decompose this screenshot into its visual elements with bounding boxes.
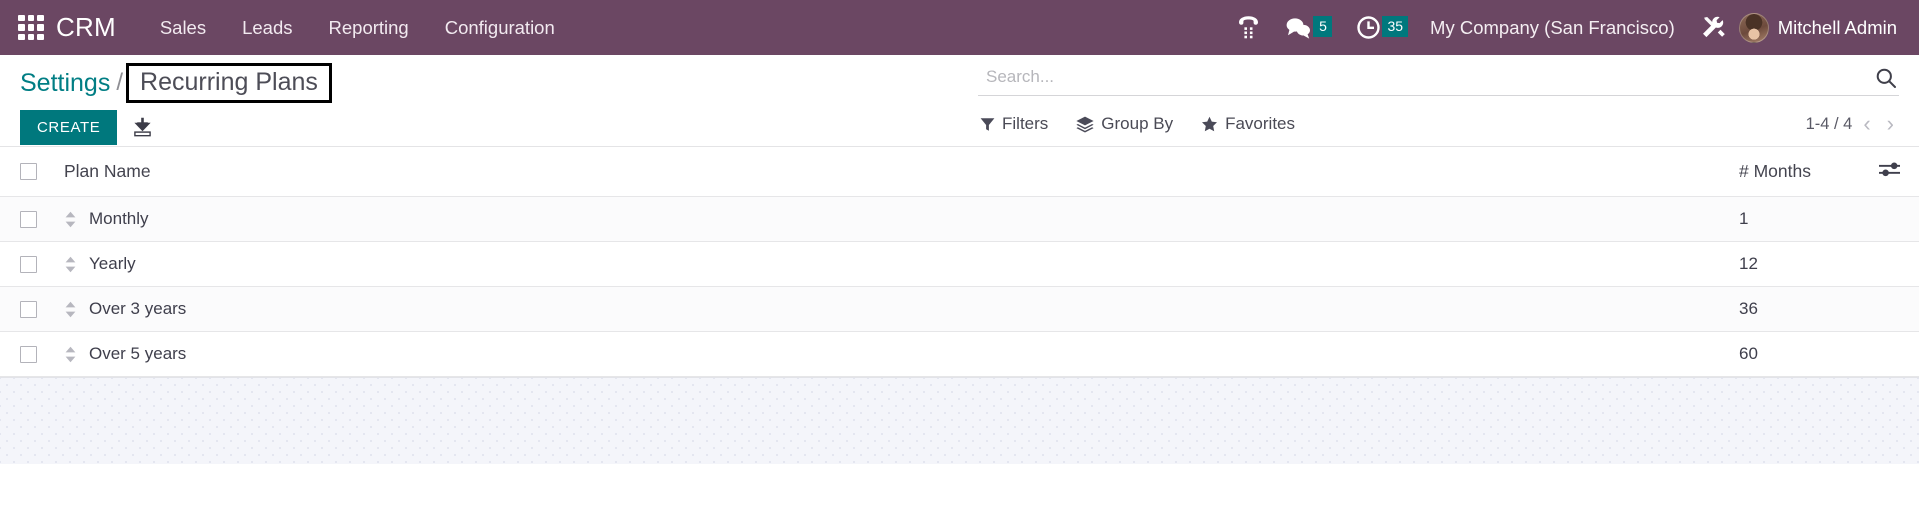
recurring-plans-table: Plan Name # Months Monthly 1 Yearly 12 O… (0, 147, 1919, 377)
groupby-dropdown[interactable]: Group By (1074, 112, 1187, 136)
plan-name-text: Monthly (89, 209, 149, 228)
filter-funnel-icon (980, 117, 995, 131)
apps-grid-icon[interactable] (18, 14, 44, 41)
checkbox-unchecked[interactable] (20, 163, 37, 180)
sliders-toggle-icon[interactable] (1879, 161, 1901, 182)
table-row[interactable]: Yearly 12 (0, 241, 1919, 287)
filters-dropdown[interactable]: Filters (978, 112, 1062, 136)
messages-menu[interactable]: 5 (1273, 8, 1344, 48)
plan-name-text: Over 5 years (89, 344, 187, 363)
empty-sheet-area (0, 377, 1919, 464)
messages-counter: 5 (1313, 15, 1333, 37)
pager-range: 1-4 / 4 (1805, 114, 1853, 133)
groupby-label: Group By (1101, 114, 1174, 133)
row-months-cell: 36 (1739, 286, 1919, 332)
menu-item-configuration[interactable]: Configuration (427, 9, 573, 47)
table-row[interactable]: Over 5 years 60 (0, 331, 1919, 377)
user-menu[interactable]: Mitchell Admin (1778, 17, 1901, 39)
phone-dialpad-icon[interactable] (1224, 8, 1273, 48)
list-view: Plan Name # Months Monthly 1 Yearly 12 O… (0, 147, 1919, 377)
column-header-plan-name[interactable]: Plan Name (64, 147, 1739, 197)
search-icon[interactable] (1865, 67, 1899, 89)
plan-name-text: Yearly (89, 254, 136, 273)
checkbox-unchecked[interactable] (20, 210, 37, 228)
layers-icon (1076, 116, 1094, 132)
control-panel-right: Filters Group By Favorites 1-4 / 4 ‹ (978, 65, 1899, 136)
tools-wrench-icon[interactable] (1689, 8, 1739, 48)
user-avatar[interactable] (1738, 12, 1769, 43)
row-plan-name-cell: Over 3 years (64, 286, 1739, 332)
row-select-cell (0, 331, 64, 377)
table-row[interactable]: Over 3 years 36 (0, 286, 1919, 332)
import-download-icon[interactable] (131, 116, 154, 139)
app-brand-crm[interactable]: CRM (56, 12, 116, 43)
company-switcher[interactable]: My Company (San Francisco) (1420, 17, 1689, 39)
row-plan-name-cell: Monthly (64, 196, 1739, 242)
favorites-label: Favorites (1225, 114, 1296, 133)
breadcrumb: Settings / Recurring Plans (20, 62, 332, 104)
checkbox-unchecked[interactable] (20, 300, 37, 318)
drag-handle-icon[interactable] (64, 211, 77, 228)
chevron-left-icon[interactable]: ‹ (1858, 113, 1875, 135)
drag-handle-icon[interactable] (64, 256, 77, 273)
row-months-cell: 60 (1739, 331, 1919, 377)
table-row[interactable]: Monthly 1 (0, 196, 1919, 242)
row-plan-name-cell: Yearly (64, 241, 1739, 287)
breadcrumb-current-recurring-plans: Recurring Plans (126, 62, 332, 104)
activities-menu[interactable]: 35 (1344, 8, 1420, 48)
activities-counter: 35 (1382, 15, 1409, 37)
column-header-months-label: # Months (1739, 161, 1811, 181)
checkbox-unchecked[interactable] (20, 345, 37, 363)
table-header-row: Plan Name # Months (0, 147, 1919, 197)
main-menu: Sales Leads Reporting Configuration (142, 9, 573, 47)
systray: 5 35 My Company (San Francisco) Mitchell… (1224, 8, 1901, 48)
search-input[interactable] (978, 65, 1865, 91)
star-icon (1202, 116, 1218, 131)
drag-handle-icon[interactable] (64, 346, 77, 363)
favorites-dropdown[interactable]: Favorites (1199, 112, 1309, 136)
control-panel-left: Settings / Recurring Plans CREATE (20, 62, 332, 145)
pager: 1-4 / 4 ‹ › (1806, 113, 1899, 135)
row-select-cell (0, 196, 64, 242)
row-select-cell (0, 286, 64, 332)
filters-label: Filters (1002, 114, 1049, 133)
select-all-header (0, 147, 64, 197)
chevron-right-icon[interactable]: › (1882, 113, 1899, 135)
search-bar[interactable] (978, 65, 1899, 96)
create-button[interactable]: CREATE (20, 110, 118, 145)
control-panel-actions: CREATE (20, 110, 332, 145)
row-plan-name-cell: Over 5 years (64, 331, 1739, 377)
row-select-cell (0, 241, 64, 287)
search-toolbar: Filters Group By Favorites 1-4 / 4 ‹ › (978, 112, 1899, 136)
breadcrumb-separator: / (116, 69, 124, 96)
checkbox-unchecked[interactable] (20, 255, 37, 273)
top-navbar: CRM Sales Leads Reporting Configuration … (0, 0, 1919, 55)
chat-bubble-icon (1287, 17, 1311, 39)
row-months-cell: 12 (1739, 241, 1919, 287)
plan-name-text: Over 3 years (89, 299, 187, 318)
drag-handle-icon[interactable] (64, 301, 77, 318)
menu-item-reporting[interactable]: Reporting (311, 9, 427, 47)
clock-icon (1357, 16, 1381, 39)
table-body: Monthly 1 Yearly 12 Over 3 years 36 Over… (0, 196, 1919, 377)
row-months-cell: 1 (1739, 196, 1919, 242)
menu-item-leads[interactable]: Leads (224, 9, 310, 47)
control-panel: Settings / Recurring Plans CREATE Search… (0, 55, 1919, 147)
table-head: Plan Name # Months (0, 147, 1919, 197)
menu-item-sales[interactable]: Sales (142, 9, 224, 47)
breadcrumb-item-settings[interactable]: Settings (20, 69, 110, 98)
column-header-months[interactable]: # Months (1739, 147, 1919, 197)
